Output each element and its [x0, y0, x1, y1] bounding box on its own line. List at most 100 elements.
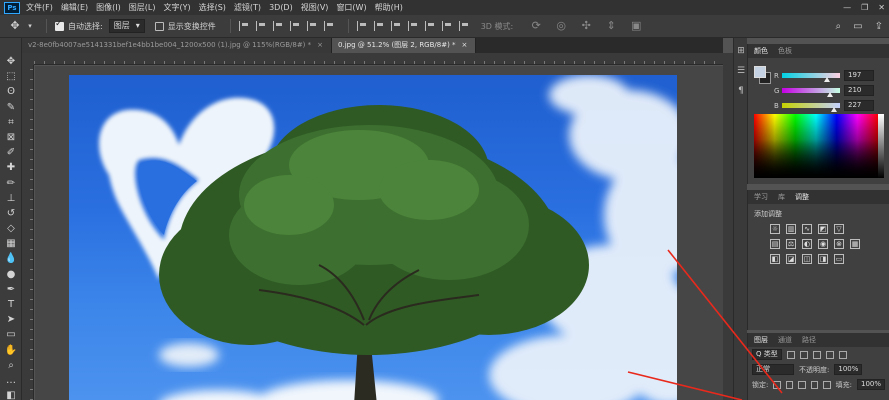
- lock-artboard-icon[interactable]: [810, 380, 819, 389]
- vertical-ruler[interactable]: [22, 65, 34, 400]
- share-icon[interactable]: ⇪: [875, 21, 883, 32]
- tab-swatches[interactable]: 色板: [778, 46, 792, 56]
- auto-select-dropdown[interactable]: 图层 ▾: [108, 19, 145, 33]
- align-bottom-edges-icon[interactable]: [272, 21, 283, 31]
- foreground-background-icon[interactable]: ◧: [0, 388, 22, 400]
- menu-type[interactable]: 文字(Y): [163, 2, 190, 13]
- tab-layers[interactable]: 图层: [754, 335, 768, 345]
- marquee-tool-icon[interactable]: ⬚: [0, 69, 22, 84]
- opacity-input[interactable]: 100%: [834, 364, 863, 375]
- document-tab-active[interactable]: 0.jpg @ 51.2% (图层 2, RGB/8#) * ×: [332, 38, 477, 53]
- search-icon[interactable]: ⌕: [836, 21, 842, 32]
- vibrance-icon[interactable]: ▽: [834, 224, 844, 234]
- eraser-tool-icon[interactable]: ◇: [0, 221, 22, 236]
- healing-brush-tool-icon[interactable]: ✚: [0, 160, 22, 175]
- color-lookup-icon[interactable]: ▦: [850, 239, 860, 249]
- move-tool-icon[interactable]: ✥: [8, 19, 22, 33]
- blend-mode-dropdown[interactable]: 正常: [752, 364, 794, 375]
- menu-select[interactable]: 选择(S): [199, 2, 226, 13]
- menu-window[interactable]: 窗口(W): [336, 2, 366, 13]
- slider-thumb[interactable]: [823, 77, 830, 82]
- layer-kind-filter[interactable]: Q 类型: [752, 349, 782, 360]
- auto-select-checkbox[interactable]: [55, 19, 64, 31]
- tab-channels[interactable]: 通道: [778, 335, 792, 345]
- rectangle-tool-icon[interactable]: ▭: [0, 327, 22, 342]
- distribute-bottom-icon[interactable]: [390, 21, 401, 31]
- type-tool-icon[interactable]: T: [0, 297, 22, 312]
- lock-position-icon[interactable]: [798, 380, 806, 389]
- menu-file[interactable]: 文件(F): [26, 2, 53, 13]
- channel-mixer-icon[interactable]: ⊗: [834, 239, 844, 249]
- vertical-scrollbar[interactable]: [723, 53, 733, 400]
- crop-tool-icon[interactable]: ⌗: [0, 115, 22, 130]
- slider-thumb[interactable]: [826, 92, 833, 97]
- 3d-orbit-icon[interactable]: ⟳: [529, 19, 543, 33]
- distribute-right-icon[interactable]: [441, 21, 452, 31]
- channel-slider[interactable]: [782, 73, 840, 82]
- posterize-icon[interactable]: ◪: [786, 254, 796, 264]
- document-image[interactable]: [69, 75, 677, 400]
- brightness-contrast-icon[interactable]: ☼: [770, 224, 780, 234]
- levels-icon[interactable]: ▥: [786, 224, 796, 234]
- menu-view[interactable]: 视图(V): [301, 2, 329, 13]
- quick-select-tool-icon[interactable]: ✎: [0, 100, 22, 115]
- align-horizontal-centers-icon[interactable]: [306, 21, 317, 31]
- close-icon[interactable]: ×: [317, 41, 323, 49]
- color-spectrum[interactable]: [754, 114, 878, 178]
- hand-tool-icon[interactable]: ✋: [0, 343, 22, 358]
- color-swatches[interactable]: [754, 66, 771, 84]
- move-tool-icon[interactable]: ✥: [0, 54, 22, 69]
- align-top-edges-icon[interactable]: [238, 21, 249, 31]
- channel-value-input[interactable]: 210: [844, 85, 874, 96]
- channel-slider[interactable]: [782, 103, 840, 112]
- chevron-down-icon[interactable]: ▾: [26, 19, 34, 33]
- tab-paths[interactable]: 路径: [802, 335, 816, 345]
- clone-stamp-tool-icon[interactable]: ⊥: [0, 191, 22, 206]
- horizontal-ruler[interactable]: [34, 53, 723, 65]
- exposure-icon[interactable]: ◩: [818, 224, 828, 234]
- distribute-center-icon[interactable]: [373, 21, 384, 31]
- pixel-filter-icon[interactable]: [786, 350, 795, 359]
- blur-tool-icon[interactable]: 💧: [0, 251, 22, 266]
- minimize-button[interactable]: —: [843, 3, 851, 12]
- tab-adjustments[interactable]: 调整: [795, 192, 809, 202]
- frame-tool-icon[interactable]: ⊠: [0, 130, 22, 145]
- menu-help[interactable]: 帮助(H): [375, 2, 403, 13]
- grayscale-ramp[interactable]: [878, 114, 884, 178]
- dodge-tool-icon[interactable]: ●: [0, 267, 22, 282]
- tab-learn[interactable]: 学习: [754, 192, 768, 202]
- ruler-corner[interactable]: [22, 53, 34, 65]
- black-white-icon[interactable]: ◐: [802, 239, 812, 249]
- history-brush-tool-icon[interactable]: ↺: [0, 206, 22, 221]
- lock-image-icon[interactable]: [785, 380, 794, 389]
- menu-layer[interactable]: 图层(L): [129, 2, 156, 13]
- selective-color-icon[interactable]: ◨: [818, 254, 828, 264]
- auto-align-icon[interactable]: [458, 21, 469, 31]
- lasso-tool-icon[interactable]: ʘ: [0, 84, 22, 99]
- fill-input[interactable]: 100%: [856, 379, 885, 390]
- more-tools-icon[interactable]: …: [0, 373, 22, 388]
- channel-slider[interactable]: [782, 88, 840, 97]
- tab-color[interactable]: 颜色: [754, 46, 768, 56]
- align-vertical-centers-icon[interactable]: [255, 21, 266, 31]
- gradient-tool-icon[interactable]: ▦: [0, 236, 22, 251]
- menu-filter[interactable]: 滤镜(T): [234, 2, 261, 13]
- paragraph-icon[interactable]: ¶: [734, 84, 748, 98]
- type-filter-icon[interactable]: [812, 350, 821, 359]
- distribute-hcenter-icon[interactable]: [424, 21, 435, 31]
- eyedropper-tool-icon[interactable]: ✐: [0, 145, 22, 160]
- 3d-roll-icon[interactable]: ◎: [554, 19, 568, 33]
- path-select-tool-icon[interactable]: ➤: [0, 312, 22, 327]
- shape-filter-icon[interactable]: [825, 350, 834, 359]
- photo-filter-icon[interactable]: ◉: [818, 239, 828, 249]
- smart-object-filter-icon[interactable]: [838, 350, 847, 359]
- tab-libraries[interactable]: 库: [778, 192, 785, 202]
- pen-tool-icon[interactable]: ✒: [0, 282, 22, 297]
- channel-value-input[interactable]: 227: [844, 100, 874, 111]
- align-left-edges-icon[interactable]: [289, 21, 300, 31]
- restore-button[interactable]: ❐: [861, 3, 868, 12]
- lock-all-icon[interactable]: [823, 380, 831, 389]
- gradient-map-icon[interactable]: ▭: [834, 254, 844, 264]
- show-transform-checkbox[interactable]: [154, 21, 164, 31]
- foreground-color-swatch[interactable]: [754, 66, 766, 78]
